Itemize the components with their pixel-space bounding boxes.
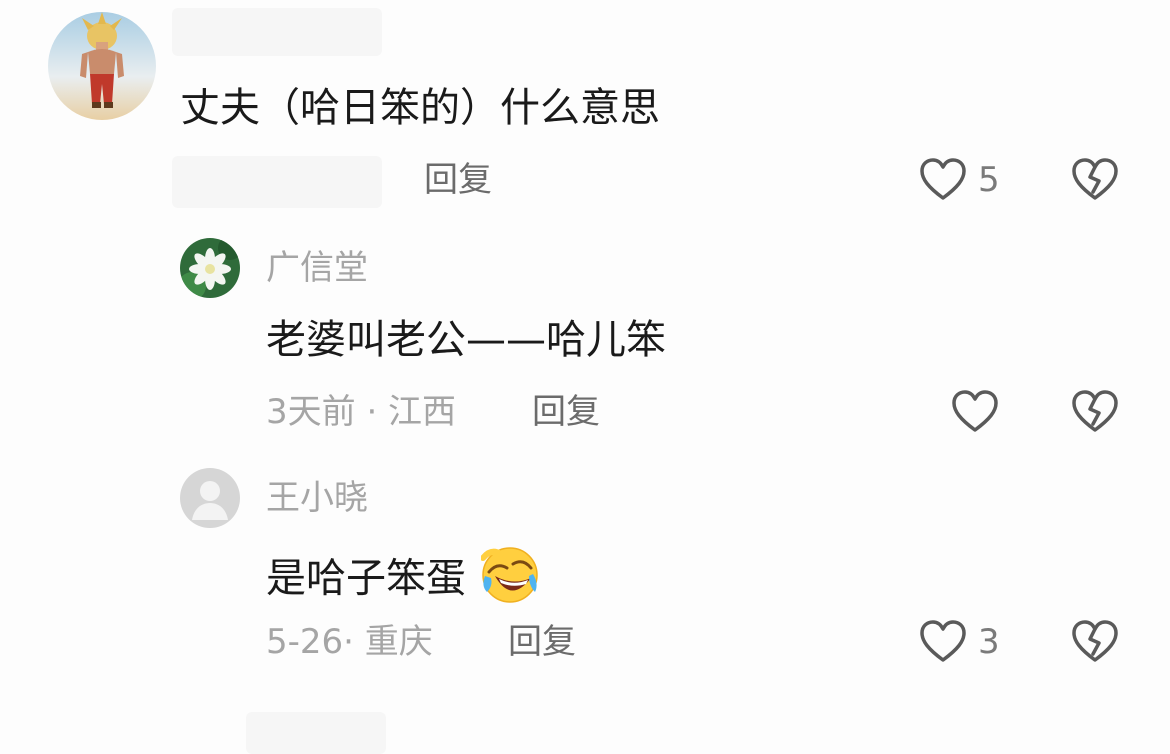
blurred-username-placeholder bbox=[172, 8, 382, 56]
like-button[interactable] bbox=[918, 618, 968, 664]
comment-thread: 丈夫（哈日笨的）什么意思 回复 5 广信堂 老婆叫老公——哈儿笨 3天前 · 江… bbox=[0, 0, 1170, 754]
comment-text: 老婆叫老公——哈儿笨 bbox=[266, 317, 666, 363]
reply-button[interactable]: 回复 bbox=[532, 392, 600, 432]
blurred-meta-placeholder bbox=[172, 156, 382, 208]
reply-button[interactable]: 回复 bbox=[508, 622, 576, 662]
blurred-bottom-placeholder bbox=[246, 712, 386, 754]
anime-warrior-avatar[interactable] bbox=[48, 12, 156, 120]
white-lotus-avatar[interactable] bbox=[180, 238, 240, 298]
dislike-button[interactable] bbox=[1070, 388, 1120, 434]
heart-icon bbox=[952, 390, 998, 432]
heart-icon bbox=[920, 620, 966, 662]
broken-heart-icon bbox=[1072, 620, 1118, 662]
like-button[interactable] bbox=[918, 156, 968, 202]
comment-text: 丈夫（哈日笨的）什么意思 bbox=[180, 85, 660, 131]
like-count: 5 bbox=[978, 160, 1000, 200]
comment-meta: 3天前 · 江西 bbox=[266, 392, 457, 432]
comment-text-content: 是哈子笨蛋 bbox=[266, 555, 466, 602]
username[interactable]: 广信堂 bbox=[266, 248, 368, 288]
laughing-crying-emoji bbox=[479, 546, 539, 615]
like-button[interactable] bbox=[950, 388, 1000, 434]
broken-heart-icon bbox=[1072, 390, 1118, 432]
broken-heart-icon bbox=[1072, 158, 1118, 200]
comment-text: 是哈子笨蛋 bbox=[266, 546, 539, 615]
dislike-button[interactable] bbox=[1070, 156, 1120, 202]
dislike-button[interactable] bbox=[1070, 618, 1120, 664]
comment-meta: 5-26· 重庆 bbox=[266, 622, 433, 662]
reply-button[interactable]: 回复 bbox=[424, 160, 492, 200]
default-user-avatar[interactable] bbox=[180, 468, 240, 528]
like-count: 3 bbox=[978, 622, 1000, 662]
heart-icon bbox=[920, 158, 966, 200]
username[interactable]: 王小晓 bbox=[266, 478, 368, 518]
